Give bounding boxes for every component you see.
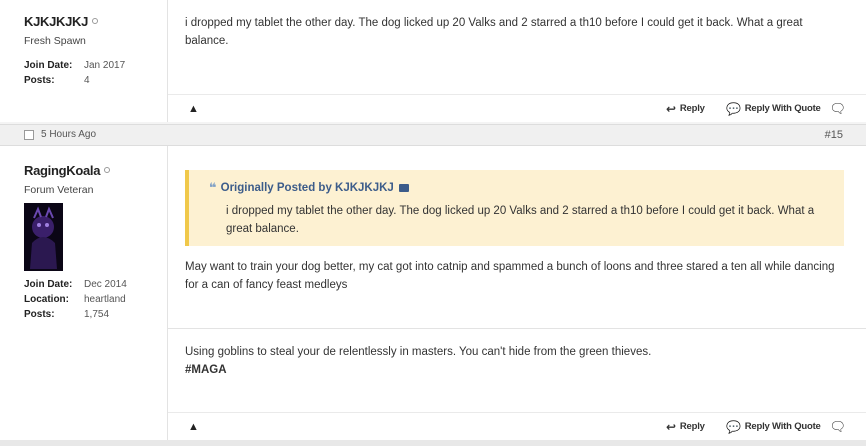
post-action-bar: ▲ ↩ Reply 💬 Reply With Quote 🗨 xyxy=(168,94,866,122)
signature-hashtag: #MAGA xyxy=(185,364,227,376)
reply-quote-icon: 💬 xyxy=(726,101,741,116)
quote-marks-icon: ❝ xyxy=(209,180,217,195)
reply-icon: ↩ xyxy=(666,419,676,434)
quote-block: ❝ Originally Posted by KJKJKJKJ i droppe… xyxy=(185,170,844,246)
avatar[interactable] xyxy=(24,203,63,271)
quote-text: i dropped my tablet the other day. The d… xyxy=(226,205,815,235)
signature-line-1: Using goblins to steal your de relentles… xyxy=(185,346,652,358)
stat-location: Location: heartland xyxy=(24,294,126,305)
stat-posts: Posts: 1,754 xyxy=(24,309,110,320)
username-link[interactable]: KJKJKJKJ xyxy=(24,14,99,29)
select-post-checkbox[interactable] xyxy=(24,130,34,140)
post-1: KJKJKJKJ Fresh Spawn Join Date: Jan 2017… xyxy=(0,0,866,122)
post-message: i dropped my tablet the other day. The d… xyxy=(185,17,803,47)
post-message: May want to train your dog better, my ca… xyxy=(185,261,835,291)
offline-status-icon xyxy=(92,18,99,24)
bottom-border xyxy=(0,440,866,446)
reply-with-quote-button[interactable]: 💬 Reply With Quote xyxy=(726,102,821,116)
post-time: 5 Hours Ago xyxy=(41,129,97,140)
post-action-bar: ▲ ↩ Reply 💬 Reply With Quote 🗨 xyxy=(168,412,866,440)
quote-header: ❝ Originally Posted by KJKJKJKJ xyxy=(209,180,409,196)
post-2: RagingKoala Forum Veteran Join Date: Dec… xyxy=(0,146,866,440)
username-link[interactable]: RagingKoala xyxy=(24,163,111,178)
stat-posts: Posts: 4 xyxy=(24,75,90,86)
post-content: i dropped my tablet the other day. The d… xyxy=(168,0,866,122)
offline-status-icon xyxy=(104,167,111,173)
post-number-link[interactable]: #15 xyxy=(825,129,843,141)
user-info-panel: KJKJKJKJ Fresh Spawn Join Date: Jan 2017… xyxy=(0,0,168,122)
user-title: Forum Veteran xyxy=(24,184,94,196)
reply-icon: ↩ xyxy=(666,101,676,116)
view-post-icon[interactable] xyxy=(398,184,409,192)
reply-quote-icon: 💬 xyxy=(726,419,741,434)
reply-button[interactable]: ↩ Reply xyxy=(666,420,705,434)
stat-join-date: Join Date: Dec 2014 xyxy=(24,279,127,290)
post-content: ❝ Originally Posted by KJKJKJKJ i droppe… xyxy=(168,146,866,440)
stat-join-date: Join Date: Jan 2017 xyxy=(24,60,126,71)
reply-button[interactable]: ↩ Reply xyxy=(666,102,705,116)
avatar-image xyxy=(24,203,63,271)
user-stats: Join Date: Jan 2017 Posts: 4 xyxy=(24,58,125,88)
user-stats: Join Date: Dec 2014 Location: heartland … xyxy=(24,277,127,322)
multiquote-icon[interactable]: 🗨 xyxy=(829,101,846,117)
reply-with-quote-button[interactable]: 💬 Reply With Quote xyxy=(726,420,821,434)
multiquote-icon[interactable]: 🗨 xyxy=(829,419,846,435)
user-info-panel: RagingKoala Forum Veteran Join Date: Dec… xyxy=(0,146,168,440)
warning-icon[interactable]: ▲ xyxy=(188,103,199,115)
post-header-bar: 5 Hours Ago #15 xyxy=(0,124,866,146)
signature-divider xyxy=(168,328,866,329)
user-title: Fresh Spawn xyxy=(24,35,86,47)
warning-icon[interactable]: ▲ xyxy=(188,421,199,433)
